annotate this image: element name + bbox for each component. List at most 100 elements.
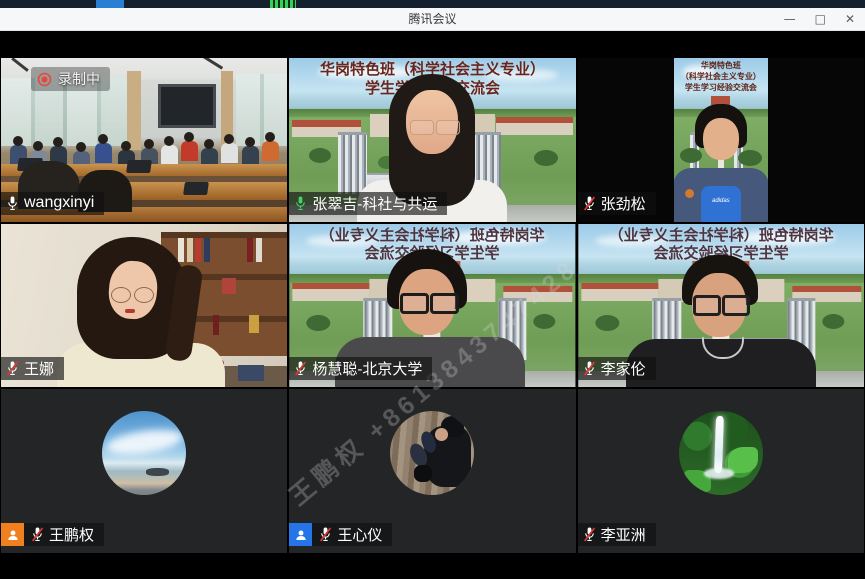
book xyxy=(247,238,253,262)
building-roof xyxy=(292,120,361,127)
video-tile-zhangcuiji[interactable]: 华岗特色班（科学社会主义专业） 学生学习经验交流会 张翠吉-科社与共运 xyxy=(289,58,575,222)
glasses xyxy=(436,120,460,135)
video-tile-liyazhou[interactable]: 李亚洲 xyxy=(578,389,864,553)
tree xyxy=(534,314,556,329)
ceiling-light xyxy=(203,58,223,70)
participant-name-label: 张翠吉-科社与共运 xyxy=(289,192,447,215)
glasses xyxy=(722,295,750,316)
classroom-pillar xyxy=(127,71,141,150)
maximize-button[interactable]: □ xyxy=(815,8,826,30)
video-tile-wangna[interactable]: 王娜 xyxy=(1,224,287,388)
close-button[interactable]: ✕ xyxy=(845,8,855,30)
shelf-item xyxy=(249,315,259,333)
waterfall-pool xyxy=(704,468,734,478)
glasses xyxy=(410,120,434,135)
tree xyxy=(595,315,619,331)
participant-name: 杨慧聪-北京大学 xyxy=(312,358,422,379)
shirt-brand-text: adidas xyxy=(712,198,730,204)
classroom-windows-right xyxy=(236,74,288,146)
video-tile-wangxinyi2[interactable]: 王心仪 xyxy=(289,389,575,553)
recording-label: 录制中 xyxy=(58,69,100,89)
participant-figure: adidas xyxy=(674,104,768,222)
tree xyxy=(534,150,558,166)
participant-figure xyxy=(35,237,245,387)
video-tile-wangxinyi[interactable]: 录制中 wangxinyi xyxy=(1,58,287,222)
waterfall xyxy=(714,415,724,472)
participant-name-label: 张劲松 xyxy=(578,192,656,215)
jacket-crest xyxy=(685,189,694,198)
mic-muted-icon xyxy=(583,195,596,212)
laptop xyxy=(183,182,209,195)
glasses xyxy=(430,293,459,314)
taskbar-green-fragment xyxy=(270,0,296,8)
host-badge-icon xyxy=(1,523,24,546)
participant-name: wangxinyi xyxy=(24,194,94,212)
tshirt: adidas xyxy=(701,186,741,222)
mic-muted-icon xyxy=(6,360,19,377)
participant-name-label: 李家伦 xyxy=(578,357,656,380)
avatar xyxy=(102,411,186,495)
classroom-screen xyxy=(158,84,215,128)
student-figure xyxy=(181,141,198,161)
student-figure xyxy=(221,143,238,163)
participant-name: 李亚洲 xyxy=(601,524,646,545)
glasses xyxy=(400,293,429,314)
student-figure xyxy=(95,143,112,163)
window-titlebar: 腾讯会议 — □ ✕ xyxy=(0,8,865,31)
student-figure xyxy=(242,146,259,166)
mic-muted-icon xyxy=(294,360,307,377)
mic-muted-icon xyxy=(583,360,596,377)
glasses xyxy=(693,295,721,316)
participant-name: 王心仪 xyxy=(337,524,382,545)
portrait-video: 华岗特色班 （科学社会主义专业） 学生学习经验交流会 adidas xyxy=(674,58,768,222)
participant-name-label: 王心仪 xyxy=(289,523,392,546)
taskbar-blue-fragment xyxy=(96,0,124,8)
participant-name: 张劲松 xyxy=(601,193,646,214)
window-controls: — □ ✕ xyxy=(784,8,855,30)
minimize-button[interactable]: — xyxy=(784,8,796,30)
tree xyxy=(309,148,331,163)
avatar xyxy=(679,411,763,495)
mic-speaking-icon xyxy=(294,195,307,212)
video-tile-zhangjinsong[interactable]: 华岗特色班 （科学社会主义专业） 学生学习经验交流会 adidas 张劲松 xyxy=(578,58,864,222)
participant-name-label: wangxinyi xyxy=(1,192,104,215)
desktop-taskbar-strip xyxy=(0,0,865,8)
video-tile-wangpengquan[interactable]: 王鹏权 xyxy=(1,389,287,553)
student-figure xyxy=(161,145,178,165)
video-tile-lijialun[interactable]: 华岗特色班（科学社会主义专业） 学生学习经验交流会 李家伦 xyxy=(578,224,864,388)
participant-name: 王鹏权 xyxy=(49,524,94,545)
record-icon xyxy=(37,72,52,87)
cohost-badge-icon xyxy=(289,523,312,546)
participant-name: 王娜 xyxy=(24,358,54,379)
laptop xyxy=(126,160,152,173)
banner-line-2: （科学社会主义专业） xyxy=(674,72,768,83)
ceiling-light xyxy=(11,58,29,72)
banner-line-3: 学生学习经验交流会 xyxy=(674,83,768,94)
fern xyxy=(728,447,758,474)
participant-name-label: 王鹏权 xyxy=(1,523,104,546)
glove xyxy=(414,465,432,482)
recording-badge: 录制中 xyxy=(31,67,110,91)
book xyxy=(256,238,262,262)
meeting-banner: 华岗特色班 （科学社会主义专业） 学生学习经验交流会 xyxy=(674,61,768,93)
mic-muted-icon xyxy=(583,526,596,543)
banner-line-1: 华岗特色班（科学社会主义专业） xyxy=(289,227,575,246)
student-figure xyxy=(262,141,279,161)
lips xyxy=(125,309,135,313)
banner-line-1: 华岗特色班（科学社会主义专业） xyxy=(578,227,864,246)
participant-name: 李家伦 xyxy=(601,358,646,379)
participant-name-label: 杨慧聪-北京大学 xyxy=(289,357,432,380)
tree xyxy=(822,314,844,329)
video-tile-yanghuicong[interactable]: 华岗特色班（科学社会主义专业） 学生学习经验交流会 杨慧聪-北京大学 xyxy=(289,224,575,388)
tree xyxy=(307,315,331,331)
banner-line-1: 华岗特色班 xyxy=(674,61,768,72)
window-title: 腾讯会议 xyxy=(0,8,865,30)
mic-muted-icon xyxy=(319,526,332,543)
mic-on-icon xyxy=(6,195,19,212)
video-grid: 录制中 wangxinyi xyxy=(0,31,865,579)
participant-name: 张翠吉-科社与共运 xyxy=(312,193,437,214)
face xyxy=(703,118,739,160)
participant-name-label: 王娜 xyxy=(1,357,64,380)
mic-muted-icon xyxy=(31,526,44,543)
avatar xyxy=(390,411,474,495)
